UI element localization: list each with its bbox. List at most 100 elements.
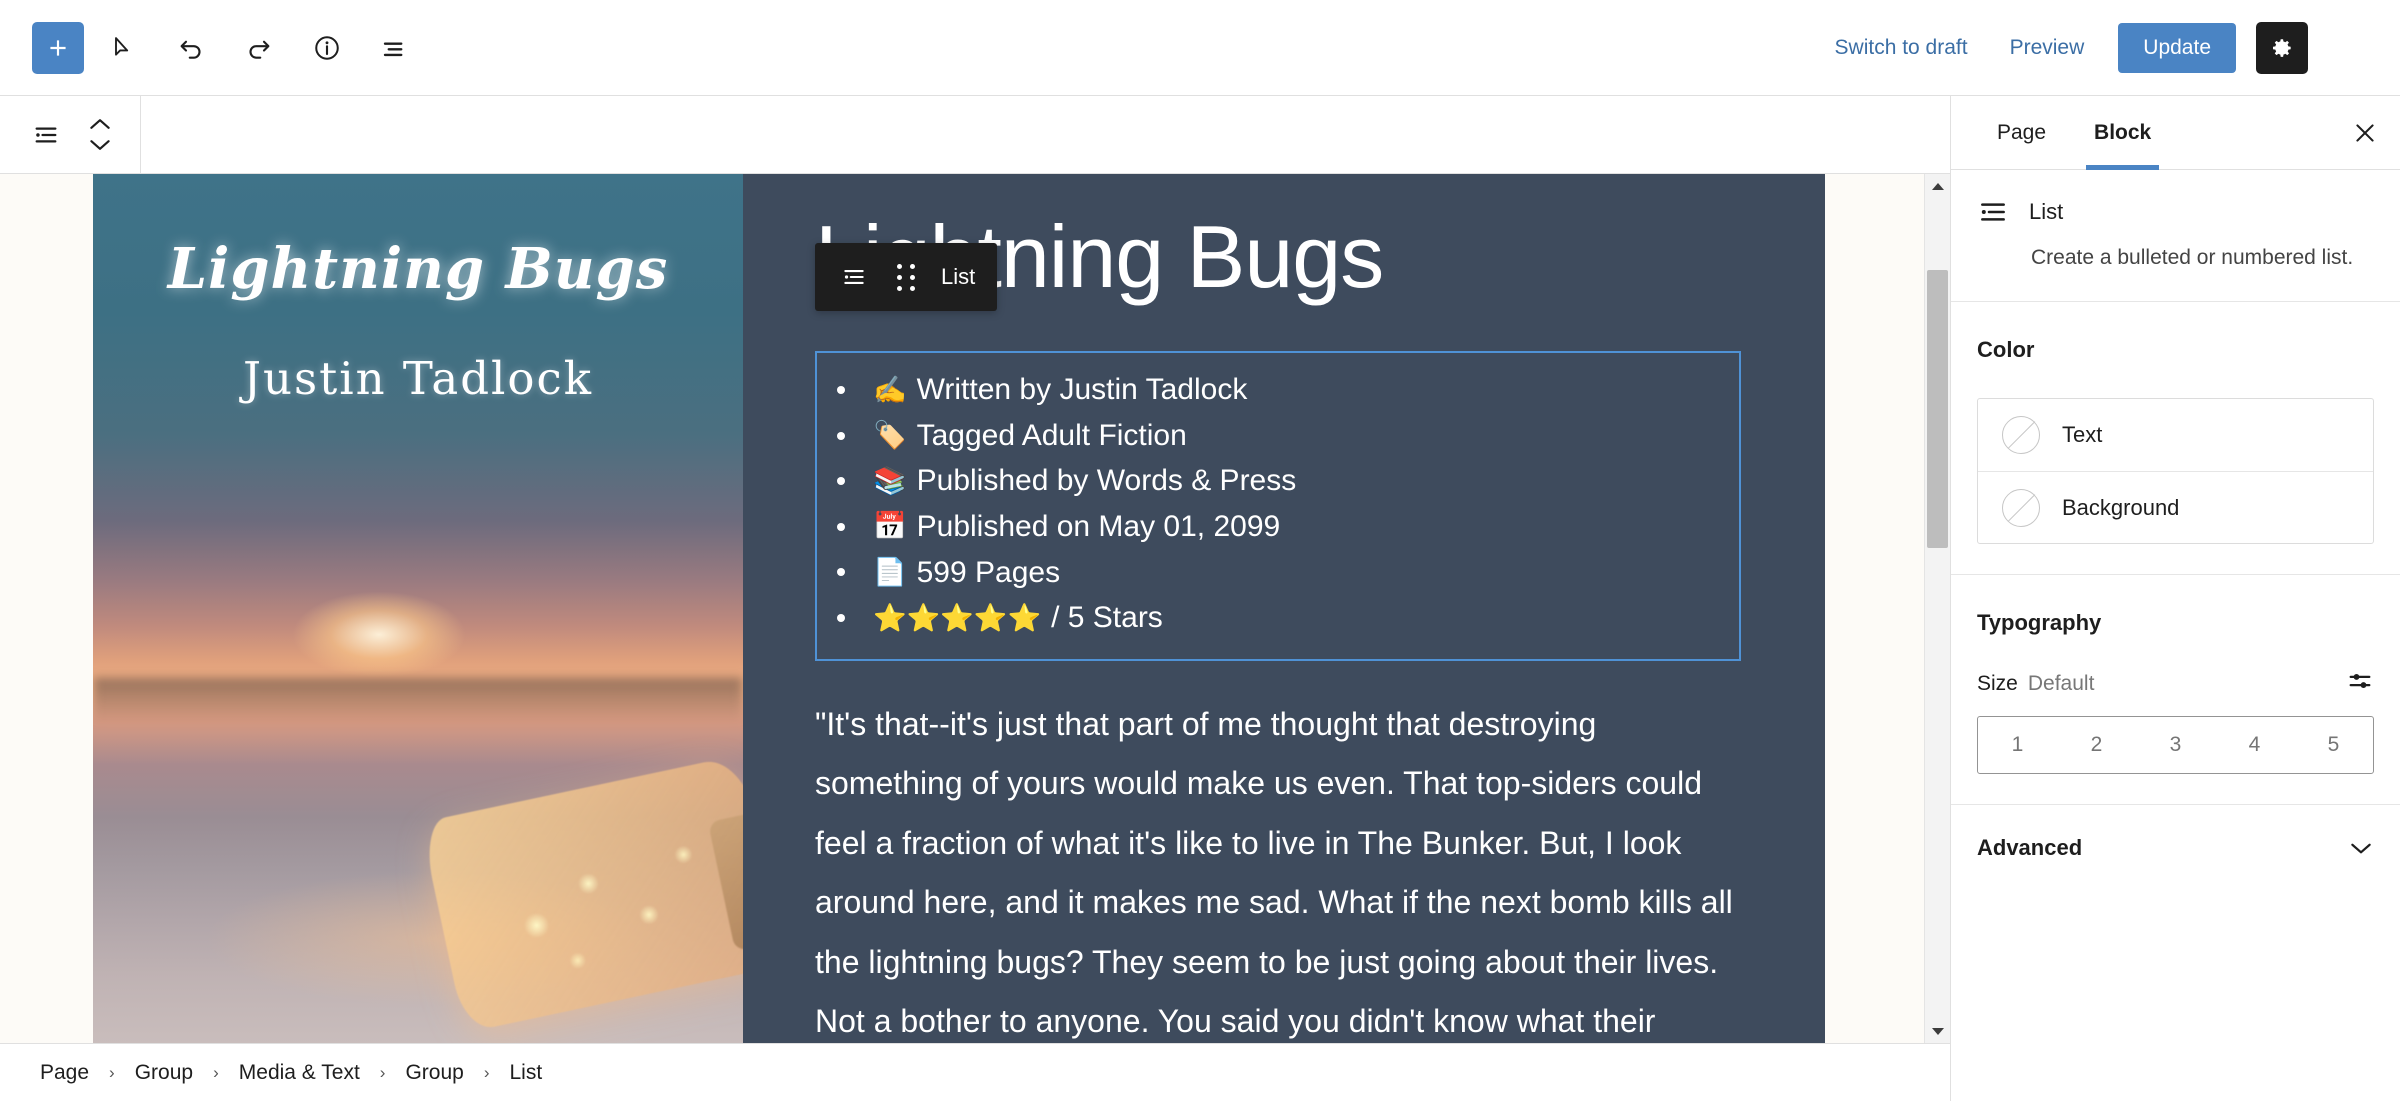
color-option-text[interactable]: Text (1978, 399, 2373, 471)
canvas-scrollbar[interactable] (1924, 174, 1950, 1043)
block-info-section: List Create a bulleted or numbered list. (1951, 170, 2400, 303)
breadcrumb-item-list[interactable]: List (508, 1057, 545, 1089)
drag-handle-icon[interactable] (883, 254, 929, 300)
bullet-icon (837, 386, 845, 395)
cursor-arrow-icon (115, 36, 129, 56)
chevron-down-icon (2351, 843, 2371, 854)
details-button[interactable] (298, 19, 356, 77)
no-color-swatch-icon (2002, 488, 2040, 527)
undo-button[interactable] (162, 19, 220, 77)
cover-author: Justin Tadlock (243, 352, 593, 405)
font-size-label: Size (1977, 671, 2018, 695)
font-size-option-1[interactable]: 1 (1978, 717, 2057, 773)
writing-hand-icon: ✍️ (873, 374, 907, 406)
font-size-selector[interactable]: 1 2 3 4 5 (1977, 716, 2374, 775)
chevron-down-icon[interactable] (87, 138, 113, 152)
cover-title: Lightning Bugs (167, 236, 669, 302)
font-size-option-3[interactable]: 3 (2136, 717, 2215, 773)
list-icon (35, 126, 57, 143)
block-editor-window: Switch to draft Preview Update Lightning… (0, 0, 2400, 1101)
bullet-icon (837, 477, 845, 486)
typography-section-header: Typography (1977, 601, 2374, 645)
redo-button[interactable] (230, 19, 288, 77)
block-mover[interactable] (74, 105, 126, 165)
scroll-down-arrow[interactable] (1925, 1019, 1950, 1043)
list-icon[interactable] (831, 254, 877, 300)
close-sidebar-button[interactable] (2330, 96, 2400, 169)
scrollbar-thumb[interactable] (1927, 270, 1948, 548)
switch-to-draft-button[interactable]: Switch to draft (1817, 26, 1986, 70)
bullet-icon (837, 568, 845, 577)
page-content-block: Lightning Bugs Justin Tadlock Lightning … (93, 174, 1825, 1043)
no-color-swatch-icon (2002, 416, 2040, 455)
settings-button[interactable] (2256, 21, 2308, 74)
add-block-button[interactable] (32, 21, 84, 74)
editor-column: Lightning Bugs Justin Tadlock Lightning … (0, 96, 1950, 1101)
list-view-button[interactable] (366, 19, 424, 77)
chevron-up-icon[interactable] (87, 117, 113, 131)
list-item[interactable]: ⭐⭐⭐⭐⭐ / 5 Stars (837, 595, 1719, 641)
top-bar-right-actions: Switch to draft Preview Update (1817, 19, 2372, 77)
color-heading: Color (1977, 337, 2035, 363)
color-options-button[interactable] (2338, 328, 2374, 372)
list-item-text: Published on May 01, 2099 (916, 510, 1281, 544)
plus-icon (50, 39, 66, 56)
list-item-text: 599 Pages (916, 555, 1061, 589)
book-details-list[interactable]: ✍️ Written by Justin Tadlock 🏷️ Tagged A… (837, 367, 1719, 641)
tools-button[interactable] (94, 19, 152, 77)
advanced-section-toggle[interactable]: Advanced (1951, 805, 2400, 891)
block-type-button[interactable] (18, 107, 74, 163)
more-options-button[interactable] (2320, 19, 2372, 77)
redo-icon (249, 40, 270, 59)
top-bar-left-tools (32, 19, 424, 77)
font-size-option-4[interactable]: 4 (2215, 717, 2294, 773)
breadcrumb-item-page[interactable]: Page (38, 1057, 91, 1089)
font-size-option-5[interactable]: 5 (2294, 717, 2373, 773)
typography-options-button[interactable] (2338, 601, 2374, 645)
close-icon (2356, 123, 2374, 142)
star-rating-icon: ⭐⭐⭐⭐⭐ (873, 602, 1042, 634)
selected-list-block[interactable]: List ✍️ Written by Justin Tadlock 🏷️ Tag… (815, 243, 1741, 661)
text-column: Lightning Bugs List ✍️ Written by Justin… (743, 174, 1825, 1043)
block-options-button[interactable] (167, 107, 223, 163)
breadcrumb-item-group-2[interactable]: Group (403, 1057, 465, 1089)
preview-button[interactable]: Preview (1992, 26, 2103, 70)
tab-block[interactable]: Block (2070, 96, 2175, 170)
color-section: Color Text Background (1951, 302, 2400, 576)
tab-page[interactable]: Page (1973, 96, 2070, 169)
custom-size-button[interactable] (2346, 667, 2374, 700)
list-item[interactable]: 📅 Published on May 01, 2099 (837, 504, 1719, 550)
block-info-header: List (1977, 196, 2374, 228)
list-icon (1981, 203, 2005, 221)
canvas-wrapper: Lightning Bugs Justin Tadlock Lightning … (0, 174, 1950, 1043)
typography-heading: Typography (1977, 610, 2102, 636)
breadcrumb-separator-icon: › (379, 1062, 386, 1082)
list-item[interactable]: 📄 599 Pages (837, 550, 1719, 596)
bullet-icon (837, 431, 845, 440)
color-option-background[interactable]: Background (1978, 471, 2373, 543)
update-button[interactable]: Update (2118, 22, 2236, 73)
tag-icon: 🏷️ (873, 420, 907, 452)
mason-jar-with-lights (420, 754, 743, 1033)
list-item[interactable]: 🏷️ Tagged Adult Fiction (837, 413, 1719, 459)
media-and-text-block: Lightning Bugs Justin Tadlock Lightning … (93, 174, 1825, 1043)
breadcrumb-separator-icon: › (213, 1062, 219, 1082)
undo-icon (180, 40, 201, 59)
scrollbar-track[interactable] (1925, 198, 1950, 1019)
breadcrumb-item-media-and-text[interactable]: Media & Text (237, 1057, 362, 1089)
block-toolbar (0, 96, 1950, 174)
block-toolbar-primary-group (0, 96, 141, 173)
sidebar-tabs: Page Block (1951, 96, 2400, 170)
editor-top-bar: Switch to draft Preview Update (0, 0, 2400, 96)
calendar-icon: 📅 (873, 511, 907, 543)
editor-canvas[interactable]: Lightning Bugs Justin Tadlock Lightning … (0, 174, 1924, 1043)
media-column[interactable]: Lightning Bugs Justin Tadlock (93, 174, 743, 1043)
quote-paragraph[interactable]: "It's that--it's just that part of me th… (815, 695, 1741, 1043)
color-option-label: Background (2062, 494, 2180, 520)
list-item-text: Tagged Adult Fiction (916, 418, 1187, 452)
font-size-option-2[interactable]: 2 (2057, 717, 2136, 773)
breadcrumb-item-group[interactable]: Group (133, 1057, 195, 1089)
scroll-up-arrow[interactable] (1925, 174, 1950, 198)
list-item[interactable]: 📚 Published by Words & Press (837, 458, 1719, 504)
list-item[interactable]: ✍️ Written by Justin Tadlock (837, 367, 1719, 413)
